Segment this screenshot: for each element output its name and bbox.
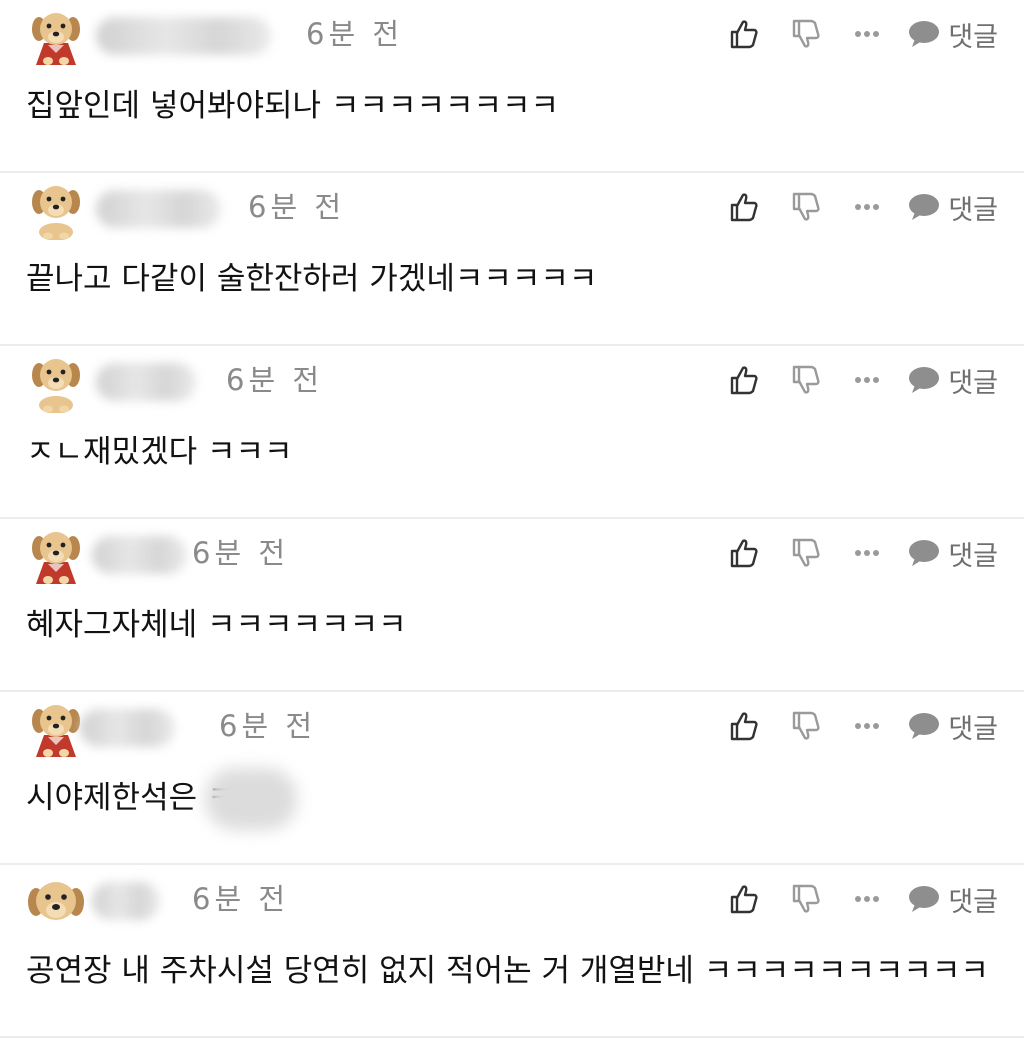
- speech-bubble-icon: [909, 367, 940, 393]
- reply-label: 댓글: [948, 21, 998, 53]
- avatar[interactable]: [26, 526, 86, 586]
- speech-bubble-icon: [909, 21, 940, 47]
- comment-text: 끝나고 다같이 술한잔하러 가겠네ㅋㅋㅋㅋㅋ: [26, 261, 598, 297]
- speech-bubble-icon: [909, 194, 940, 220]
- avatar[interactable]: [26, 353, 86, 413]
- thumbs-up-icon: [731, 366, 758, 395]
- thumbs-up-icon: [731, 712, 758, 741]
- dislike-button[interactable]: [790, 187, 822, 227]
- author-name-redacted[interactable]: [96, 362, 196, 402]
- avatar[interactable]: [26, 7, 86, 67]
- comment-text: 혜자그자체네 ㅋㅋㅋㅋㅋㅋㅋ: [26, 607, 407, 643]
- author-name-redacted[interactable]: [96, 189, 221, 229]
- reply-button[interactable]: 댓글: [908, 533, 998, 573]
- reply-button[interactable]: 댓글: [908, 187, 998, 227]
- dislike-button[interactable]: [790, 360, 822, 400]
- dog-cape-avatar-icon: [32, 13, 80, 65]
- comment-item: 6분 전 댓글 공연장 내 주차시설 당연히 없지 적어논 거 개열받네 ㅋㅋㅋ…: [0, 865, 1024, 1038]
- timestamp: 6분 전: [192, 882, 290, 916]
- thumbs-up-icon: [731, 885, 758, 914]
- dislike-button[interactable]: [790, 706, 822, 746]
- like-button[interactable]: [728, 187, 760, 227]
- thumbs-down-icon: [793, 192, 820, 221]
- more-dots-icon: [855, 204, 880, 210]
- more-button[interactable]: [852, 14, 882, 54]
- comment-actions: 댓글: [728, 187, 998, 227]
- timestamp: 6분 전: [219, 709, 317, 743]
- like-button[interactable]: [728, 360, 760, 400]
- reply-button[interactable]: 댓글: [908, 360, 998, 400]
- author-name-redacted[interactable]: [92, 535, 187, 575]
- more-button[interactable]: [852, 360, 882, 400]
- reply-button[interactable]: 댓글: [908, 706, 998, 746]
- thumbs-down-icon: [793, 884, 820, 913]
- reply-label: 댓글: [948, 886, 998, 918]
- comment-actions: 댓글: [728, 533, 998, 573]
- more-button[interactable]: [852, 187, 882, 227]
- thumbs-down-icon: [793, 19, 820, 48]
- comment-actions: 댓글: [728, 879, 998, 919]
- more-dots-icon: [855, 896, 880, 902]
- more-button[interactable]: [852, 706, 882, 746]
- speech-bubble-icon: [909, 713, 940, 739]
- more-button[interactable]: [852, 879, 882, 919]
- timestamp: 6분 전: [192, 536, 290, 570]
- like-button[interactable]: [728, 533, 760, 573]
- avatar[interactable]: [26, 180, 86, 240]
- thumbs-up-icon: [731, 193, 758, 222]
- dog-face-avatar-icon: [28, 882, 84, 920]
- more-button[interactable]: [852, 533, 882, 573]
- thumbs-down-icon: [793, 365, 820, 394]
- comment-actions: 댓글: [728, 706, 998, 746]
- reply-label: 댓글: [948, 540, 998, 572]
- comment-list: 6분 전 댓글 집앞인데 넣어봐야되나 ㅋㅋㅋㅋㅋㅋㅋㅋ 6분 전 댓글 끝나고…: [0, 0, 1024, 1038]
- avatar[interactable]: [26, 872, 86, 932]
- like-button[interactable]: [728, 706, 760, 746]
- comment-item: 6분 전 댓글 끝나고 다같이 술한잔하러 가겠네ㅋㅋㅋㅋㅋ: [0, 173, 1024, 346]
- like-button[interactable]: [728, 879, 760, 919]
- more-dots-icon: [855, 550, 880, 556]
- dislike-button[interactable]: [790, 14, 822, 54]
- comment-item: 6분 전 댓글 혜자그자체네 ㅋㅋㅋㅋㅋㅋㅋ: [0, 519, 1024, 692]
- reply-label: 댓글: [948, 713, 998, 745]
- timestamp: 6분 전: [226, 363, 324, 397]
- author-name-redacted[interactable]: [92, 881, 160, 921]
- author-name-redacted[interactable]: [96, 16, 271, 56]
- comment-item: 6분 전 댓글 시야제한석은 ㅋㅋ: [0, 692, 1024, 865]
- speech-bubble-icon: [909, 540, 940, 566]
- reply-button[interactable]: 댓글: [908, 14, 998, 54]
- like-button[interactable]: [728, 14, 760, 54]
- redaction-blur: [205, 768, 297, 830]
- reply-label: 댓글: [948, 367, 998, 399]
- thumbs-up-icon: [731, 20, 758, 49]
- reply-button[interactable]: 댓글: [908, 879, 998, 919]
- more-dots-icon: [855, 31, 880, 37]
- avatar[interactable]: [26, 699, 86, 759]
- comment-text: ㅈㄴ재밌겠다 ㅋㅋㅋ: [26, 434, 293, 470]
- timestamp: 6분 전: [248, 190, 346, 224]
- author-name-redacted[interactable]: [80, 708, 175, 748]
- comment-actions: 댓글: [728, 360, 998, 400]
- comment-text: 집앞인데 넣어봐야되나 ㅋㅋㅋㅋㅋㅋㅋㅋ: [26, 88, 560, 124]
- comment-item: 6분 전 댓글 ㅈㄴ재밌겠다 ㅋㅋㅋ: [0, 346, 1024, 519]
- dog-avatar-icon: [32, 186, 80, 240]
- comment-item: 6분 전 댓글 집앞인데 넣어봐야되나 ㅋㅋㅋㅋㅋㅋㅋㅋ: [0, 0, 1024, 173]
- comment-actions: 댓글: [728, 14, 998, 54]
- reply-label: 댓글: [948, 194, 998, 226]
- dog-cape-avatar-icon: [32, 532, 80, 584]
- speech-bubble-icon: [909, 886, 940, 912]
- thumbs-down-icon: [793, 711, 820, 740]
- dislike-button[interactable]: [790, 879, 822, 919]
- more-dots-icon: [855, 723, 880, 729]
- thumbs-down-icon: [793, 538, 820, 567]
- dog-cape-avatar-icon: [32, 705, 80, 757]
- comment-text: 공연장 내 주차시설 당연히 없지 적어논 거 개열받네 ㅋㅋㅋㅋㅋㅋㅋㅋㅋㅋ: [26, 953, 989, 989]
- dislike-button[interactable]: [790, 533, 822, 573]
- timestamp: 6분 전: [306, 17, 404, 51]
- more-dots-icon: [855, 377, 880, 383]
- dog-avatar-icon: [32, 359, 80, 413]
- thumbs-up-icon: [731, 539, 758, 568]
